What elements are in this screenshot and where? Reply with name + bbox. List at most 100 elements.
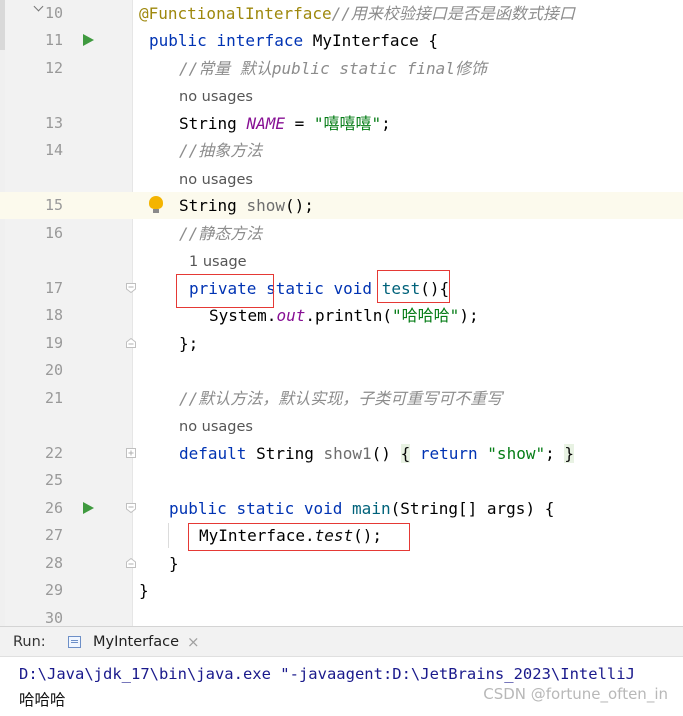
code-token: show1 [323, 444, 372, 463]
code-line-11[interactable]: 11 public interface MyInterface { [0, 27, 683, 54]
line-number: 20 [45, 361, 64, 379]
code-line-21[interactable]: 21 //默认方法，默认实现，子类可重写可不重写 [0, 385, 683, 412]
code-token: main [352, 499, 391, 518]
intention-bulb-icon[interactable] [149, 196, 163, 215]
code-line-20[interactable]: 20 [0, 357, 683, 384]
code-token: ; [545, 444, 565, 463]
console-output-line[interactable]: 哈哈哈 [19, 688, 66, 712]
fold-open-icon[interactable] [126, 503, 136, 513]
usages-hint[interactable]: 1 usage [189, 248, 247, 275]
console-command-line[interactable]: D:\Java\jdk_17\bin\java.exe "-javaagent:… [19, 662, 635, 686]
code-text: //常量 默认public static final修饰 [179, 55, 487, 82]
line-number: 16 [45, 224, 64, 242]
code-line-14[interactable]: 14 //抽象方法 [0, 137, 683, 164]
highlight-box-private [176, 274, 274, 308]
line-number: 30 [45, 609, 64, 626]
code-line-28[interactable]: 28 } [0, 550, 683, 577]
code-token: //静态方法 [179, 224, 263, 243]
code-line-16[interactable]: 16 //静态方法 [0, 220, 683, 247]
run-label: Run: [13, 634, 46, 650]
fold-end-icon[interactable] [126, 338, 136, 348]
code-token: "show" [487, 444, 546, 463]
code-token: //默认方法，默认实现，子类可重写可不重写 [179, 389, 503, 408]
code-line-25[interactable]: 25 [0, 467, 683, 494]
code-token: System. [209, 306, 277, 325]
code-token: ; [381, 114, 391, 133]
code-token: static [236, 499, 295, 518]
usages-hint[interactable]: no usages [179, 83, 253, 110]
code-line-22[interactable]: 22 default String show1() { return "show… [0, 440, 683, 467]
fold-end-icon[interactable] [126, 558, 136, 568]
run-tool-window[interactable]: Run: MyInterface × D:\Java\jdk_17\bin\ja… [0, 626, 683, 716]
line-number: 11 [45, 31, 64, 49]
code-token: @FunctionalInterface [139, 4, 332, 23]
close-icon[interactable]: × [187, 627, 200, 657]
code-line-10[interactable]: 10 @FunctionalInterface//用来校验接口是否是函数式接口 [0, 0, 683, 27]
code-line-19[interactable]: 19 }; [0, 330, 683, 357]
tab-myinterface[interactable]: MyInterface × [65, 627, 215, 656]
inlay-hint-row: 1 usage [0, 248, 683, 275]
code-text: }; [179, 330, 198, 357]
code-editor[interactable]: 10 @FunctionalInterface//用来校验接口是否是函数式接口 … [0, 0, 683, 626]
highlight-box-call [188, 523, 410, 551]
line-number: 29 [45, 581, 64, 599]
line-number: 28 [45, 554, 64, 572]
inlay-hint-row: no usages [0, 83, 683, 110]
code-text: String show(); [179, 192, 314, 219]
code-token: public [169, 499, 227, 518]
code-token: //常量 默认public static final修饰 [179, 59, 487, 78]
line-number: 12 [45, 59, 64, 77]
code-token: String [246, 444, 324, 463]
code-text: @FunctionalInterface//用来校验接口是否是函数式接口 [139, 0, 575, 27]
code-token: } [139, 581, 149, 600]
code-line-30[interactable]: 30 [0, 605, 683, 626]
code-line-17[interactable]: 17 private static void test(){ [0, 275, 683, 302]
line-number: 19 [45, 334, 64, 352]
code-text: //默认方法，默认实现，子类可重写可不重写 [179, 385, 502, 412]
fold-open-icon[interactable] [126, 283, 136, 293]
line-number: 13 [45, 114, 64, 132]
code-text: public static void main(String[] args) { [169, 495, 554, 522]
tab-label: MyInterface [93, 634, 180, 650]
code-line-13[interactable]: 13 String NAME = "嘻嘻嘻"; [0, 110, 683, 137]
run-gutter-icon[interactable] [83, 502, 94, 514]
fold-collapsed-icon[interactable] [126, 448, 136, 458]
code-line-15[interactable]: 15 String show(); [0, 192, 683, 219]
code-line-26[interactable]: 26 public static void main(String[] args… [0, 495, 683, 522]
code-token: out [276, 306, 306, 325]
usages-hint[interactable]: no usages [179, 166, 253, 193]
watermark: CSDN @fortune_often_in [483, 685, 668, 703]
inlay-hint-row: no usages [0, 413, 683, 440]
code-token: show [246, 196, 285, 215]
code-token: String [179, 196, 247, 215]
console-icon [68, 636, 81, 648]
code-token: } [169, 554, 179, 573]
code-token: String [179, 114, 247, 133]
line-number: 15 [45, 196, 64, 214]
line-number: 18 [45, 306, 64, 324]
run-header: Run: MyInterface × [0, 627, 683, 657]
code-token: void [303, 499, 343, 518]
code-token: MyInterface { [303, 31, 438, 50]
code-token: () [371, 444, 401, 463]
code-line-18[interactable]: 18 System.out.println("哈哈哈"); [0, 302, 683, 329]
run-gutter-icon[interactable] [83, 34, 94, 46]
code-text: public interface MyInterface { [149, 27, 438, 54]
code-line-29[interactable]: 29 } [0, 577, 683, 604]
usages-hint[interactable]: no usages [179, 413, 253, 440]
code-text: default String show1() { return "show"; … [179, 440, 574, 467]
line-number: 10 [45, 4, 64, 22]
code-token: "哈哈哈" [392, 306, 460, 325]
line-number: 22 [45, 444, 64, 462]
code-token: }; [179, 334, 199, 353]
code-line-12[interactable]: 12 //常量 默认public static final修饰 [0, 55, 683, 82]
code-token: = [284, 114, 314, 133]
line-number: 26 [45, 499, 64, 517]
line-number: 21 [45, 389, 64, 407]
code-token: NAME [246, 114, 285, 133]
